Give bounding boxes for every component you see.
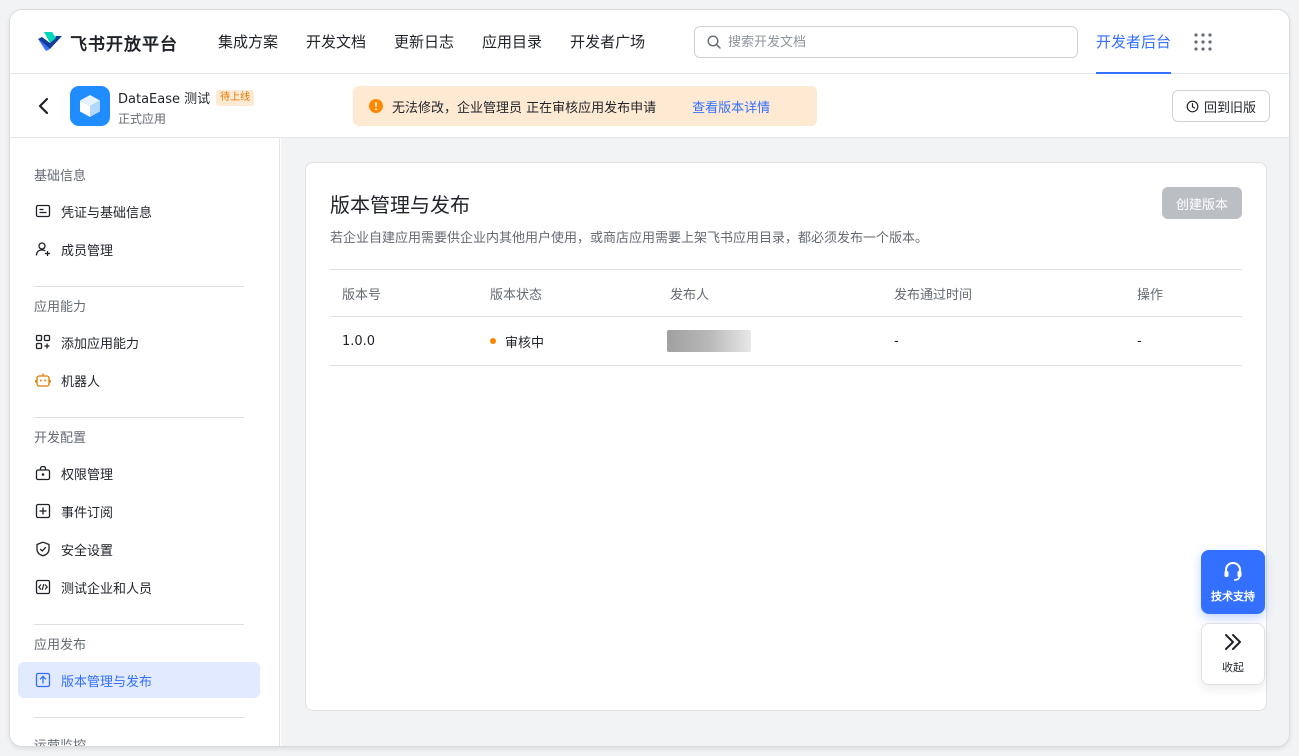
add-app-icon	[35, 334, 51, 350]
sidebar-item-bot[interactable]: 机器人	[18, 362, 260, 398]
sidebar-item-test-tenants[interactable]: 测试企业和人员	[18, 569, 260, 605]
main-content: 版本管理与发布 若企业自建应用需要供企业内其他用户使用，或商店应用需要上架飞书应…	[281, 138, 1289, 746]
status-text: 审核中	[505, 335, 545, 351]
sidebar-divider	[34, 286, 244, 287]
sidebar-item-add-capability[interactable]: 添加应用能力	[18, 324, 260, 360]
app-name-row: DataEase 测试 待上线	[118, 88, 255, 107]
sidebar-group-basic-info: 基础信息	[34, 169, 87, 184]
pass-time: -	[894, 333, 899, 349]
nav-item-solutions[interactable]: 集成方案	[218, 10, 278, 74]
sidebar-item-version-release[interactable]: 版本管理与发布	[18, 662, 260, 698]
review-notice-banner: 无法修改，企业管理员 正在审核应用发布申请 查看版本详情	[353, 86, 817, 126]
back-to-old-version-label: 回到旧版	[1203, 100, 1256, 116]
sidebar-item-event-subscription[interactable]: 事件订阅	[18, 493, 260, 529]
sidebar-item-label: 安全设置	[61, 543, 114, 559]
app-header: DataEase 测试 待上线 正式应用 无法修改，企业管理员 正在审核应用发布…	[10, 74, 1289, 138]
version-status: 审核中	[490, 317, 544, 365]
permission-lock-icon	[35, 465, 51, 481]
status-dot	[490, 338, 496, 344]
app-type: 正式应用	[118, 112, 167, 126]
col-pass-time: 发布通过时间	[894, 287, 973, 303]
nav-menu: 集成方案 开发文档 更新日志 应用目录 开发者广场	[218, 10, 673, 74]
collapse-button[interactable]: 收起	[1201, 623, 1265, 685]
back-arrow-icon[interactable]	[36, 96, 52, 116]
code-box-icon	[35, 579, 51, 595]
table-header: 版本号 版本状态 发布人 发布通过时间 操作	[330, 269, 1242, 317]
version-number: 1.0.0	[342, 333, 376, 349]
sidebar-divider	[34, 717, 244, 718]
sidebar-item-label: 测试企业和人员	[61, 581, 153, 597]
nav-item-developer-square[interactable]: 开发者广场	[570, 10, 645, 74]
double-chevron-right-icon	[1225, 634, 1241, 650]
nav-developer-console[interactable]: 开发者后台	[1096, 10, 1172, 74]
event-add-icon	[35, 503, 51, 519]
sidebar-item-permissions[interactable]: 权限管理	[18, 455, 260, 491]
sidebar-group-app-release: 应用发布	[34, 638, 87, 653]
sidebar-item-credentials[interactable]: 凭证与基础信息	[18, 193, 260, 229]
shield-check-icon	[36, 541, 50, 557]
sidebar-item-label: 机器人	[61, 374, 101, 390]
brand-name: 飞书开放平台	[70, 34, 178, 55]
version-management-card: 版本管理与发布 若企业自建应用需要供企业内其他用户使用，或商店应用需要上架飞书应…	[305, 162, 1267, 711]
tech-support-label: 技术支持	[1211, 590, 1255, 603]
notice-text: 无法修改，企业管理员 正在审核应用发布申请	[392, 100, 657, 116]
user-add-icon	[35, 242, 50, 256]
top-nav: 飞书开放平台 集成方案 开发文档 更新日志 应用目录 开发者广场 开发者后台	[10, 10, 1289, 74]
table-row: 1.0.0 审核中 - -	[330, 317, 1242, 366]
page-title: 版本管理与发布	[330, 193, 470, 217]
sidebar-item-label: 权限管理	[61, 467, 114, 483]
brand[interactable]: 飞书开放平台	[36, 28, 178, 56]
app-name: DataEase 测试	[118, 92, 211, 107]
col-status: 版本状态	[490, 287, 543, 303]
app-avatar	[70, 86, 110, 126]
cube-icon	[80, 95, 100, 117]
view-version-details-link[interactable]: 查看版本详情	[692, 97, 770, 116]
sidebar-item-label: 成员管理	[61, 243, 114, 259]
search-icon	[707, 35, 721, 49]
id-card-icon	[35, 204, 51, 218]
headset-icon	[1224, 561, 1242, 581]
tech-support-button[interactable]: 技术支持	[1201, 550, 1265, 614]
sidebar-group-operations: 运营监控	[34, 735, 86, 746]
apps-grid-icon[interactable]	[1194, 33, 1212, 51]
nav-item-app-directory[interactable]: 应用目录	[482, 10, 542, 74]
page-description: 若企业自建应用需要供企业内其他用户使用，或商店应用需要上架飞书应用目录，都必须发…	[330, 231, 929, 246]
sidebar-item-label: 事件订阅	[61, 505, 114, 521]
publisher-redacted	[667, 330, 751, 352]
feishu-logo-icon	[38, 32, 62, 51]
history-icon	[1186, 100, 1199, 112]
collapse-label: 收起	[1222, 661, 1244, 674]
nav-item-docs[interactable]: 开发文档	[306, 10, 366, 74]
col-actions: 操作	[1137, 287, 1164, 303]
sidebar-group-app-capabilities: 应用能力	[34, 300, 87, 315]
back-to-old-version-button[interactable]: 回到旧版	[1172, 90, 1270, 122]
sidebar-item-security[interactable]: 安全设置	[18, 531, 260, 567]
sidebar-divider	[34, 624, 244, 625]
sidebar-item-label: 添加应用能力	[61, 336, 140, 352]
sidebar: 基础信息 凭证与基础信息 成员管理 应用能力 添加应用能力 机器人 开发配置 权…	[10, 138, 280, 746]
search-box[interactable]	[694, 26, 1078, 58]
publisher-cell	[667, 317, 751, 365]
search-input[interactable]	[728, 34, 1077, 50]
warning-icon	[369, 99, 383, 113]
col-version: 版本号	[342, 287, 382, 303]
robot-icon	[35, 373, 51, 387]
nav-item-changelog[interactable]: 更新日志	[394, 10, 454, 74]
create-version-button[interactable]: 创建版本	[1162, 187, 1242, 219]
col-publisher: 发布人	[670, 287, 710, 303]
app-status-badge: 待上线	[216, 89, 255, 106]
sidebar-item-label: 凭证与基础信息	[61, 205, 153, 221]
version-table: 版本号 版本状态 发布人 发布通过时间 操作 1.0.0 审核中 - -	[330, 269, 1242, 366]
sidebar-group-dev-config: 开发配置	[34, 431, 87, 446]
sidebar-item-label: 版本管理与发布	[61, 674, 153, 690]
row-actions: -	[1137, 333, 1142, 349]
upload-icon	[35, 672, 51, 688]
sidebar-item-members[interactable]: 成员管理	[18, 231, 260, 267]
app-window: 飞书开放平台 集成方案 开发文档 更新日志 应用目录 开发者广场 开发者后台	[10, 10, 1289, 746]
sidebar-divider	[34, 417, 244, 418]
